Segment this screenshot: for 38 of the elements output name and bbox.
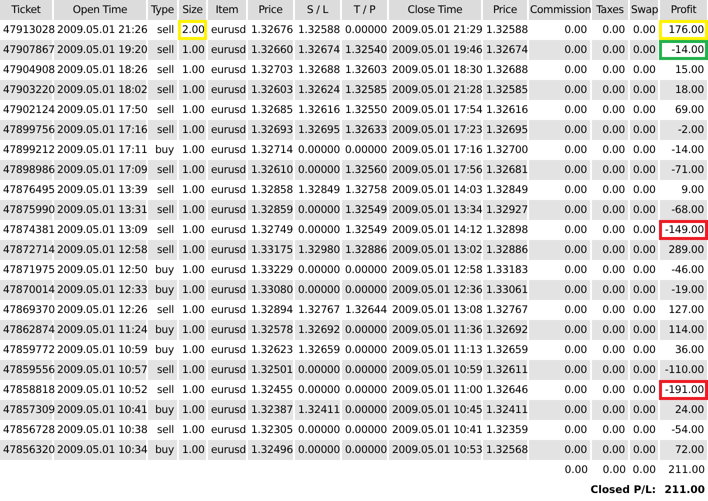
table-cell: 0.00 [591,440,629,460]
outlined-cell: -191.00 [659,380,708,400]
total-cell: 211.00 [659,460,708,480]
table-cell: 1.32568 [482,440,528,460]
table-cell: eurusd [207,440,247,460]
column-header[interactable]: Open Time [53,0,147,20]
column-header[interactable]: Profit [659,0,708,20]
column-header[interactable]: Swap [629,0,659,20]
table-cell: 2009.05.01 10:34 [53,440,147,460]
column-header[interactable]: Taxes [591,0,629,20]
table-cell: 0.00000 [341,440,388,460]
table-cell: buy [147,440,178,460]
total-cell: 0.00 [528,460,591,480]
column-header[interactable]: Type [147,0,178,20]
outlined-cell: -14.00 [659,40,708,60]
column-header[interactable]: Item [207,0,247,20]
table-cell: 0.00000 [294,440,341,460]
column-header[interactable]: Size [178,0,207,20]
column-header[interactable]: Ticket [0,0,53,20]
column-header[interactable]: S / L [294,0,341,20]
table-cell: 1.32496 [247,440,294,460]
table-cell: 0.00 [528,440,591,460]
table-cell: 0.00 [629,440,659,460]
outlined-cell: 2.00 [178,20,207,40]
column-header[interactable]: Price [247,0,294,20]
table-cell: 72.00 [659,440,708,460]
closed-pl-value: 211.00 [663,483,706,498]
column-header[interactable]: Price [482,0,528,20]
outlined-cell: -149.00 [659,220,708,240]
column-header[interactable]: T / P [341,0,388,20]
column-header[interactable]: Commission [528,0,591,20]
table-cell: 1.00 [178,440,207,460]
column-header[interactable]: Close Time [388,0,482,20]
table-cell: 47856320 [0,440,53,460]
closed-pl-label: Closed P/L: [590,483,657,498]
total-cell: 0.00 [591,460,629,480]
table-cell: 2009.05.01 10:53 [388,440,482,460]
total-cell: 0.00 [629,460,659,480]
